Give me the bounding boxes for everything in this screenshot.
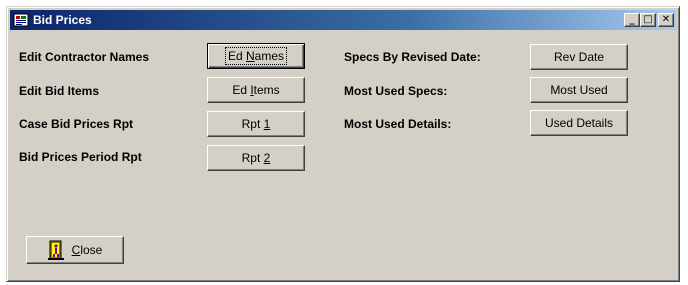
- close-icon: ✕: [661, 14, 671, 25]
- used-details-caption: Used Details: [544, 116, 614, 130]
- bid-prices-period-rpt-label: Bid Prices Period Rpt: [19, 150, 142, 164]
- most-used-details-label: Most Used Details:: [344, 117, 452, 131]
- most-used-button[interactable]: Most Used: [530, 77, 628, 103]
- bid-prices-window: Bid Prices _ □ ✕ Edit Contractor Names E…: [6, 6, 680, 282]
- case-bid-prices-rpt-label: Case Bid Prices Rpt: [19, 117, 134, 131]
- maximize-button[interactable]: □: [640, 13, 656, 27]
- door-exit-icon: [47, 240, 64, 260]
- ed-items-button[interactable]: Ed Items: [207, 77, 305, 103]
- most-used-caption: Most Used: [550, 83, 608, 97]
- edit-bid-items-label: Edit Bid Items: [19, 84, 100, 98]
- ed-items-caption: Ed Items: [232, 83, 280, 97]
- rpt-1-caption: Rpt 1: [241, 117, 271, 131]
- rpt-2-button[interactable]: Rpt 2: [207, 145, 305, 171]
- ed-names-button[interactable]: Ed Names: [207, 43, 305, 69]
- close-caption: Close: [71, 243, 103, 257]
- rpt-1-button[interactable]: Rpt 1: [207, 111, 305, 137]
- window-title: Bid Prices: [33, 13, 92, 27]
- app-icon: [13, 13, 29, 27]
- rev-date-button[interactable]: Rev Date: [530, 44, 628, 70]
- ed-names-caption: Ed Names: [224, 47, 288, 65]
- rpt-2-caption: Rpt 2: [241, 151, 271, 165]
- most-used-specs-label: Most Used Specs:: [344, 84, 448, 98]
- rev-date-caption: Rev Date: [553, 50, 605, 64]
- used-details-button[interactable]: Used Details: [530, 110, 628, 136]
- close-window-button[interactable]: ✕: [658, 13, 674, 27]
- specs-by-revised-date-label: Specs By Revised Date:: [344, 50, 481, 64]
- maximize-icon: □: [643, 14, 653, 25]
- minimize-button[interactable]: _: [624, 13, 640, 27]
- edit-contractor-names-label: Edit Contractor Names: [19, 50, 150, 64]
- title-bar[interactable]: Bid Prices _ □ ✕: [10, 10, 676, 30]
- close-button[interactable]: Close: [26, 236, 124, 264]
- minimize-icon: _: [629, 14, 635, 25]
